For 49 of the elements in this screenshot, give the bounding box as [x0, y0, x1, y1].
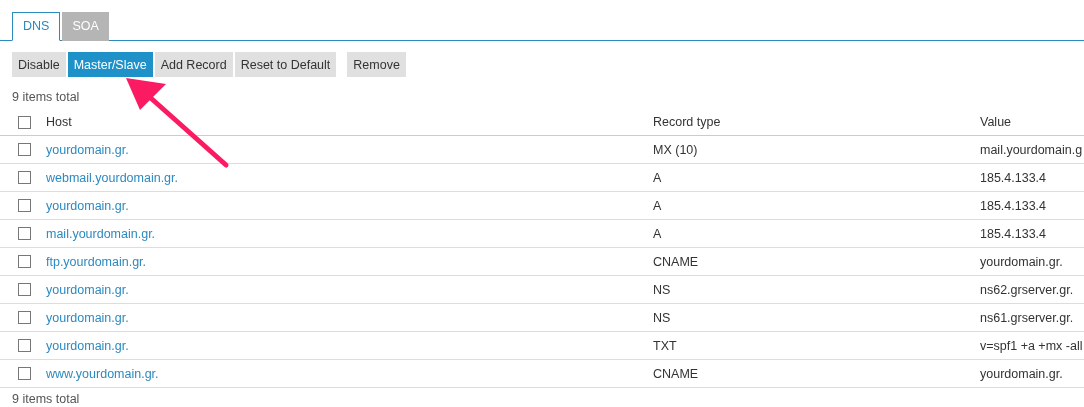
toolbar-button[interactable]: Disable	[12, 52, 66, 77]
record-type: CNAME	[653, 366, 699, 381]
record-type: NS	[653, 310, 671, 325]
column-header[interactable]: Record type	[653, 115, 721, 129]
record-value: ns61.grserver.gr.	[980, 310, 1074, 325]
toolbar-button[interactable]: Remove	[347, 52, 406, 77]
host-link[interactable]: yourdomain.gr.	[46, 282, 129, 297]
record-type: A	[653, 226, 662, 241]
toolbar-button[interactable]: Master/Slave	[67, 52, 153, 77]
row-checkbox[interactable]	[17, 283, 31, 296]
record-type: A	[653, 170, 662, 185]
record-type: NS	[653, 282, 671, 297]
row-checkbox[interactable]	[17, 143, 31, 156]
record-value: v=spf1 +a +mx -all	[980, 338, 1083, 353]
column-header[interactable]: Value	[980, 115, 1012, 129]
toolbar-button[interactable]: Reset to Default	[234, 52, 337, 77]
column-header[interactable]: Host	[46, 115, 72, 129]
row-checkbox[interactable]	[17, 367, 31, 380]
record-value: 185.4.133.4	[980, 198, 1047, 213]
select-all-checkbox[interactable]	[17, 115, 31, 129]
host-link[interactable]: yourdomain.gr.	[46, 310, 129, 325]
record-value: mail.yourdomain.g	[980, 142, 1083, 157]
tab[interactable]: SOA	[62, 12, 109, 41]
host-link[interactable]: mail.yourdomain.gr.	[46, 226, 156, 241]
record-value: ns62.grserver.gr.	[980, 282, 1074, 297]
host-link[interactable]: yourdomain.gr.	[46, 198, 129, 213]
items-total: 9 items total	[11, 89, 81, 105]
row-checkbox[interactable]	[17, 255, 31, 268]
host-link[interactable]: webmail.yourdomain.gr.	[46, 170, 178, 185]
record-value: yourdomain.gr.	[980, 254, 1063, 269]
row-checkbox[interactable]	[17, 199, 31, 212]
host-link[interactable]: yourdomain.gr.	[46, 338, 129, 353]
host-link[interactable]: yourdomain.gr.	[46, 142, 129, 157]
record-type: A	[653, 198, 662, 213]
record-value: yourdomain.gr.	[980, 366, 1063, 381]
record-value: 185.4.133.4	[980, 226, 1047, 241]
items-total: 9 items total	[11, 392, 81, 407]
record-type: CNAME	[653, 254, 699, 269]
row-checkbox[interactable]	[17, 227, 31, 240]
record-type: MX (10)	[653, 142, 698, 157]
host-link[interactable]: www.yourdomain.gr.	[46, 366, 159, 381]
tab[interactable]: DNS	[12, 12, 61, 41]
toolbar-button[interactable]: Add Record	[154, 52, 233, 77]
record-value: 185.4.133.4	[980, 170, 1047, 185]
record-type: TXT	[653, 338, 677, 353]
row-checkbox[interactable]	[17, 339, 31, 352]
row-checkbox[interactable]	[17, 171, 31, 184]
host-link[interactable]: ftp.yourdomain.gr.	[46, 254, 147, 269]
row-checkbox[interactable]	[17, 311, 31, 324]
